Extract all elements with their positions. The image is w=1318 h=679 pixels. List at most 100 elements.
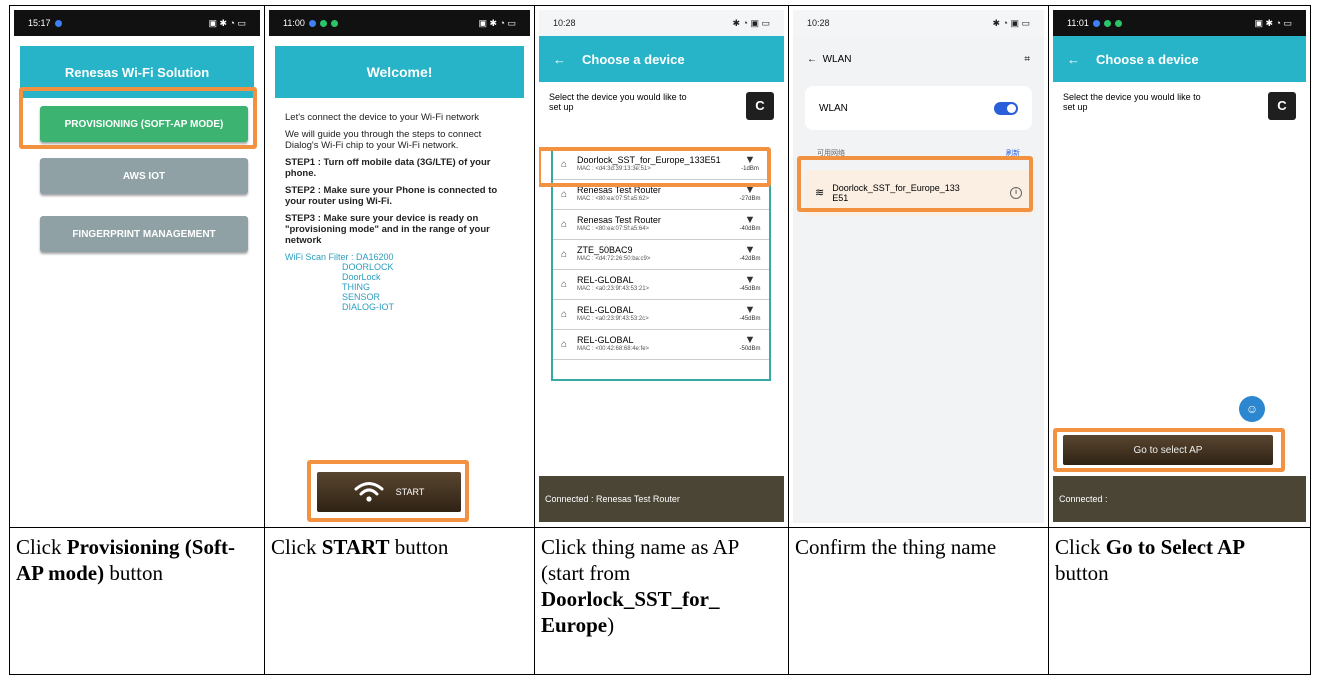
caption-1: Click Provisioning (Soft-AP mode) button xyxy=(16,535,235,585)
status-time: 15:17 xyxy=(28,18,51,28)
wlan-title: WLAN xyxy=(822,53,852,65)
filter-item: SENSOR xyxy=(342,292,381,302)
wifi-lock-icon: ▼ xyxy=(744,304,756,316)
signal-strength: ▼ -27dBm xyxy=(737,185,763,204)
status-time: 11:00 xyxy=(283,18,305,28)
system-icons: ▣ ✱ ◔ ▭ xyxy=(208,17,247,28)
notification-icon xyxy=(308,20,316,28)
guide-text: We will guide you through the steps to c… xyxy=(285,129,482,151)
go-to-select-ap-button[interactable]: Go to select AP xyxy=(1063,435,1273,465)
network-name: Doorlock_SST_for_Europe_133E51 xyxy=(832,183,960,203)
caption-cell-5: Click Go to Select AP button xyxy=(1049,528,1310,674)
device-mac: MAC : <d4:72:26:50:ba:c9> xyxy=(577,255,651,262)
status-bar: 10:28 ✱ ◔ ▣ ▭ xyxy=(793,10,1044,36)
device-mac: MAC : <d4:3d:39:13:3e:51> xyxy=(577,165,651,172)
header-title: Choose a device xyxy=(1096,51,1199,67)
status-time: 10:28 xyxy=(807,18,830,28)
phone-screen-4: 10:28 ✱ ◔ ▣ ▭ ← WLAN ⌗ WLAN 可用网络 刷新 ≋ Do… xyxy=(793,10,1044,523)
back-arrow-icon[interactable]: ← xyxy=(807,54,817,65)
notification-icon xyxy=(1114,20,1122,28)
status-bar: 15:17 ▣ ✱ ◔ ▭ xyxy=(14,10,260,36)
info-icon[interactable]: i xyxy=(1010,187,1022,199)
device-row[interactable]: ⌂ ZTE_50BAC9 MAC : <d4:72:26:50:ba:c9> ▼ -… xyxy=(553,240,769,270)
device-name: REL-GLOBAL xyxy=(577,334,634,345)
phone-screen-2: 11:00 ▣ ✱ ◔ ▭ Welcome! Let's connect the… xyxy=(269,10,530,523)
network-item[interactable]: ≋ Doorlock_SST_for_Europe_133E51 i xyxy=(805,170,1032,216)
notification-icon xyxy=(1092,20,1100,28)
signal-strength: ▼ -45dBm xyxy=(737,275,763,294)
wlan-toggle-row: WLAN xyxy=(805,86,1032,130)
caption-cell-2: Click START button xyxy=(265,528,535,674)
refresh-button[interactable]: C xyxy=(746,92,774,120)
filter-item: THING xyxy=(342,282,370,292)
device-name: Renesas Test Router xyxy=(577,214,661,225)
wlan-header: ← WLAN ⌗ xyxy=(793,36,1044,82)
refresh-button[interactable]: C xyxy=(1268,92,1296,120)
device-mac: MAC : <80:ea:07:5f:a5:62> xyxy=(577,195,650,202)
instruction-row: Select the device you would like to set … xyxy=(539,82,784,120)
notification-icon xyxy=(54,20,62,28)
back-arrow-icon[interactable]: ← xyxy=(1067,52,1080,67)
header-title: Choose a device xyxy=(582,51,685,67)
caption-cell-4: Confirm the thing name xyxy=(789,528,1049,674)
caption-5: Click Go to Select AP button xyxy=(1055,535,1246,585)
device-name: REL-GLOBAL xyxy=(577,274,634,285)
system-icons: ✱ ◔ ▣ ▭ xyxy=(732,17,771,28)
wifi-lock-icon: ▼ xyxy=(744,244,756,256)
status-time: 10:28 xyxy=(553,18,576,28)
system-icons: ▣ ✱ ◔ ▭ xyxy=(478,17,517,28)
wifi-scan-filter: WiFi Scan Filter : DA16200 DOORLOCK Door… xyxy=(285,252,516,312)
instruction-row: Select the device you would like to set … xyxy=(1053,82,1306,120)
caption-3: Click thing name as AP (start from Doorl… xyxy=(541,535,739,637)
step-1-text: STEP1 : Turn off mobile data (3G/LTE) of… xyxy=(285,157,491,179)
caption-cell-1: Click Provisioning (Soft-AP mode) button xyxy=(10,528,265,674)
available-networks-row: 可用网络 刷新 xyxy=(793,134,1044,158)
device-row[interactable]: ⌂ Renesas Test Router MAC : <80:ea:07:5f:… xyxy=(553,210,769,240)
app-header: ← Choose a device xyxy=(539,36,784,82)
phone-screen-3: 10:28 ✱ ◔ ▣ ▭ ← Choose a device Select t… xyxy=(539,10,784,523)
device-row[interactable]: ⌂ Renesas Test Router MAC : <80:ea:07:5f:… xyxy=(553,180,769,210)
device-list: ⌂ Doorlock_SST_for_Europe_133E51 MAC : <d… xyxy=(551,150,771,381)
router-icon: ⌂ xyxy=(561,219,568,230)
fingerprint-management-button[interactable]: FINGERPRINT MANAGEMENT xyxy=(40,216,248,252)
start-label: START xyxy=(395,487,425,497)
wlan-toggle[interactable] xyxy=(994,101,1018,115)
start-button[interactable]: START xyxy=(317,472,461,512)
app-header: Renesas Wi-Fi Solution xyxy=(20,46,254,98)
wifi-icon: ≋ xyxy=(815,187,825,199)
device-mac: MAC : <a0:23:9f:43:53:2c> xyxy=(577,315,649,322)
device-row[interactable]: ⌂ REL-GLOBAL MAC : <a0:23:9f:43:53:21> ▼ -… xyxy=(553,270,769,300)
device-row[interactable]: ⌂ REL-GLOBAL MAC : <a0:23:9f:43:53:2c> ▼ -… xyxy=(553,300,769,330)
device-mac: MAC : <a0:23:9f:43:53:21> xyxy=(577,285,650,292)
available-networks-label: 可用网络 xyxy=(817,150,845,157)
router-icon: ⌂ xyxy=(561,189,568,200)
wifi-lock-icon: ▼ xyxy=(744,334,756,346)
device-name: Doorlock_SST_for_Europe_133E51 xyxy=(577,154,721,165)
router-icon: ⌂ xyxy=(561,279,568,290)
system-icons: ▣ ✱ ◔ ▭ xyxy=(1254,17,1293,28)
filter-label: WiFi Scan Filter : DA16200 xyxy=(285,252,394,262)
aws-iot-button[interactable]: AWS IOT xyxy=(40,158,248,194)
signal-strength: ▼ -40dBm xyxy=(737,215,763,234)
device-mac: MAC : <80:ea:07:5f:a5:64> xyxy=(577,225,650,232)
router-icon: ⌂ xyxy=(561,159,568,170)
welcome-header: Welcome! xyxy=(275,46,524,98)
device-row[interactable]: ⌂ REL-GLOBAL MAC : <00:42:68:68:4e:fe> ▼ -… xyxy=(553,330,769,360)
device-row[interactable]: ⌂ Doorlock_SST_for_Europe_133E51 MAC : <d… xyxy=(553,150,769,180)
filter-item: DoorLock xyxy=(342,272,381,282)
instruction-text: Select the device you would like to set … xyxy=(1063,92,1201,112)
scan-qr-icon[interactable]: ⌗ xyxy=(1024,54,1030,65)
steps-table: 15:17 ▣ ✱ ◔ ▭ Renesas Wi-Fi Solution PRO… xyxy=(9,5,1311,675)
provisioning-button[interactable]: PROVISIONING (SOFT-AP MODE) xyxy=(40,106,248,142)
signal-strength: ▼ -50dBm xyxy=(737,335,763,354)
device-name: ZTE_50BAC9 xyxy=(577,244,633,255)
connection-footer: Connected : xyxy=(1053,476,1306,522)
router-icon: ⌂ xyxy=(561,309,568,320)
assistant-bubble-icon[interactable]: ☺ xyxy=(1239,396,1265,422)
status-time: 11:01 xyxy=(1067,18,1089,28)
signal-strength: ▼ -1dBm xyxy=(737,155,763,174)
refresh-link[interactable]: 刷新 xyxy=(1006,148,1020,158)
wlan-label: WLAN xyxy=(819,102,848,114)
panel-1: 15:17 ▣ ✱ ◔ ▭ Renesas Wi-Fi Solution PRO… xyxy=(10,6,265,528)
back-arrow-icon[interactable]: ← xyxy=(553,52,566,67)
